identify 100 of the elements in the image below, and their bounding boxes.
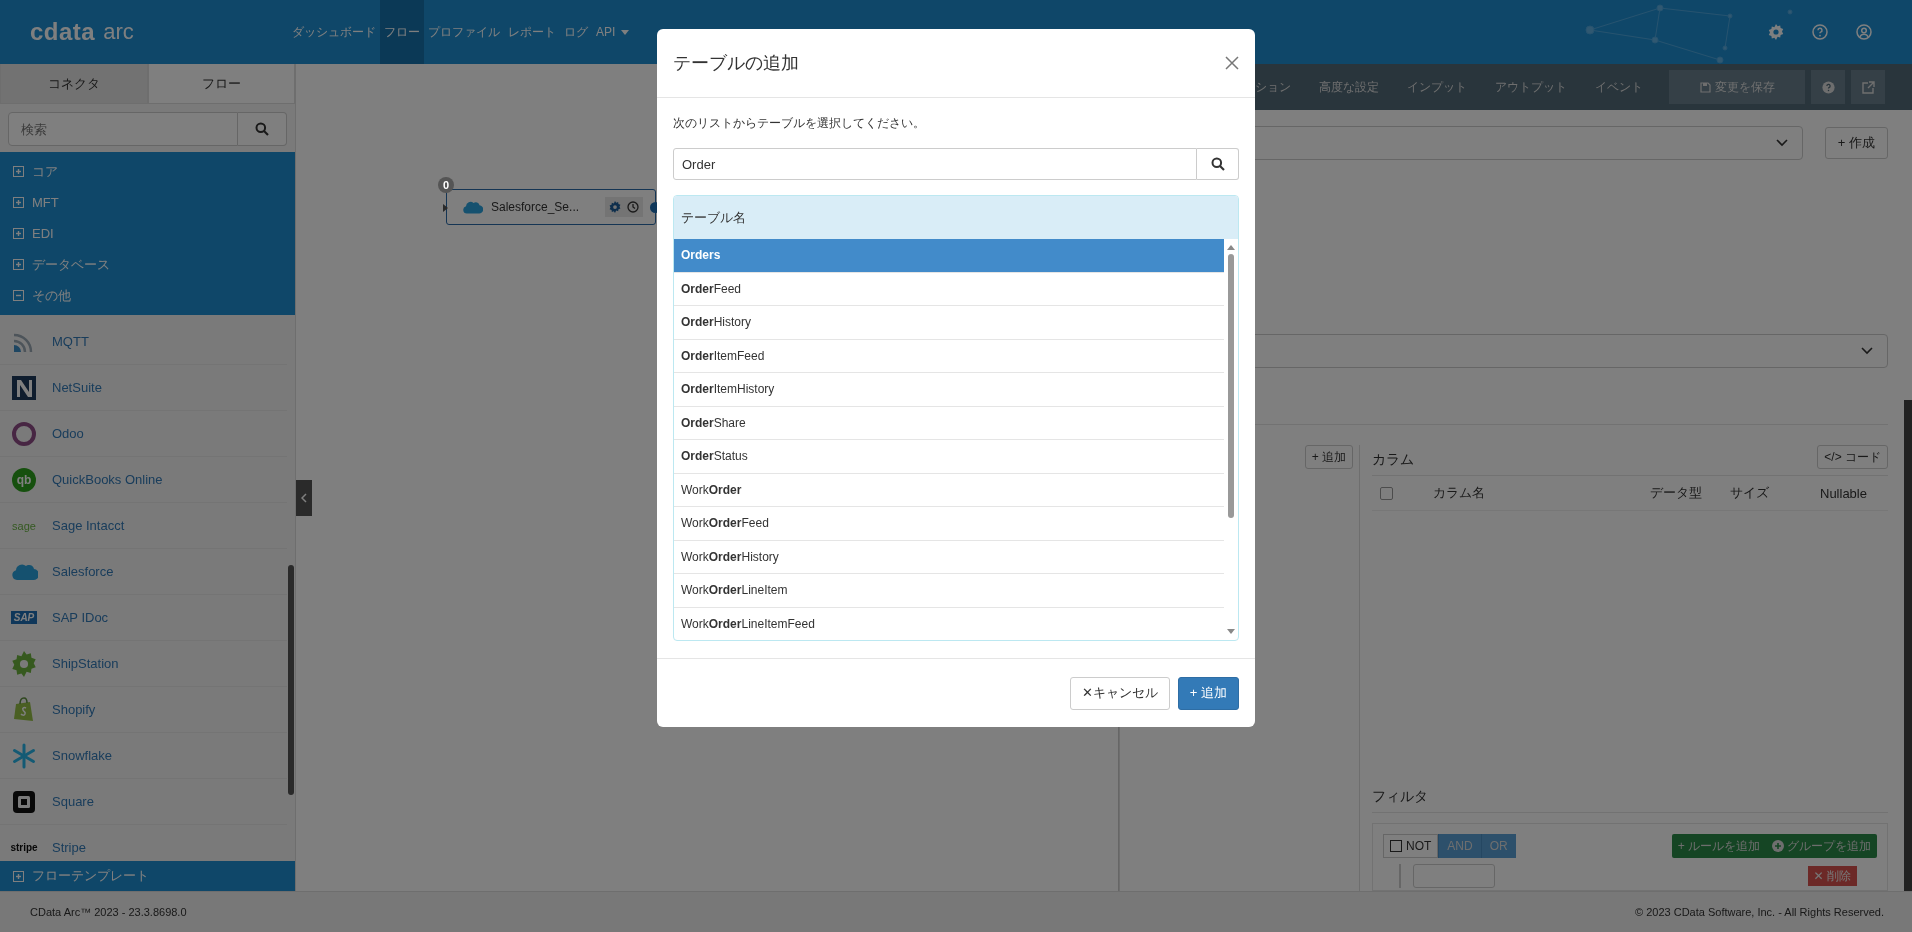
section-title: カラム <box>1372 451 1414 469</box>
connector-logo: SAP <box>10 611 38 624</box>
code-button[interactable]: </> コード <box>1817 445 1888 469</box>
toggle-icon[interactable] <box>13 228 24 239</box>
connector-item[interactable]: Square <box>52 794 94 809</box>
category-item[interactable]: その他 <box>32 286 71 305</box>
scroll-up-icon[interactable] <box>1227 245 1235 250</box>
table-row[interactable]: OrderFeed <box>674 272 1224 306</box>
add-group-button[interactable]: グループを追加 <box>1766 834 1877 858</box>
caret-icon <box>621 29 630 35</box>
search-field[interactable]: Order <box>673 148 1197 180</box>
table-row[interactable]: WorkOrderHistory <box>674 540 1224 574</box>
checkbox[interactable] <box>1380 486 1393 500</box>
connector-item[interactable]: ShipStation <box>52 656 119 671</box>
connector-item[interactable]: MQTT <box>52 334 89 349</box>
column-header: データ型 <box>1650 484 1703 502</box>
collapse-handle[interactable] <box>296 480 312 516</box>
connector-item[interactable]: Stripe <box>52 840 86 855</box>
external-link-button[interactable] <box>1851 70 1885 104</box>
close-icon[interactable] <box>1225 56 1239 70</box>
delete-button[interactable]: ✕ 削除 <box>1807 866 1857 886</box>
rule-field[interactable] <box>1413 864 1495 888</box>
checkbox[interactable] <box>1390 840 1402 852</box>
connector-item[interactable]: Odoo <box>52 426 84 441</box>
table-row[interactable]: WorkOrderFeed <box>674 507 1224 541</box>
connector-item[interactable]: Salesforce <box>52 564 114 579</box>
table-row[interactable]: OrderStatus <box>674 440 1224 474</box>
category-item[interactable]: MFT <box>32 195 59 210</box>
table-row[interactable]: OrderShare <box>674 406 1224 440</box>
nav-tab[interactable]: レポート <box>504 0 560 64</box>
bag-icon <box>12 696 36 723</box>
connector-item[interactable]: Snowflake <box>52 748 112 763</box>
help-icon <box>1821 80 1835 94</box>
connector-logo: qb <box>12 467 36 492</box>
category-item[interactable]: データベース <box>32 255 110 274</box>
scrollbar-thumb[interactable] <box>288 565 294 795</box>
create-button[interactable]: + 作成 <box>1824 127 1888 159</box>
table-row[interactable]: WorkOrder <box>674 473 1224 507</box>
nav-tab[interactable]: ダッシュボード <box>288 0 380 64</box>
toggle-icon[interactable] <box>13 870 24 882</box>
settings-icon[interactable] <box>1768 24 1784 40</box>
toggle-icon[interactable] <box>13 259 24 270</box>
table-row[interactable]: OrderHistory <box>674 306 1224 340</box>
sidebar-tab[interactable]: フロー <box>147 64 295 104</box>
settings-icon[interactable] <box>609 201 621 213</box>
operator-button[interactable]: OR <box>1480 834 1516 858</box>
search-icon[interactable] <box>1210 157 1225 171</box>
nav-tab[interactable]: ログ <box>560 0 592 64</box>
connector-logo: stripe <box>10 842 38 853</box>
ring-icon <box>11 420 37 447</box>
toggle-icon[interactable] <box>13 197 24 208</box>
help-icon[interactable] <box>1812 24 1828 40</box>
cancel-button[interactable]: ✕キャンセル <box>1069 676 1170 710</box>
connector-item[interactable]: Shopify <box>52 702 96 717</box>
operator-button[interactable]: AND <box>1438 834 1481 858</box>
square-icon <box>12 789 36 814</box>
table-row[interactable]: OrderItemFeed <box>674 339 1224 373</box>
category-item[interactable]: EDI <box>32 226 54 241</box>
logo-suffix: arc <box>103 19 134 45</box>
not-toggle[interactable]: NOT <box>1383 834 1439 858</box>
table-row[interactable]: WorkOrderLineItemFeed <box>674 607 1224 640</box>
nav-tab[interactable]: プロファイル <box>424 0 504 64</box>
add-rule-button[interactable]: + ルールを追加 <box>1671 834 1766 858</box>
nav-tab[interactable]: API <box>592 0 634 64</box>
dialog-title: テーブルの追加 <box>673 52 799 75</box>
connector-item[interactable]: QuickBooks Online <box>52 472 163 487</box>
search-field[interactable]: 検索 <box>8 112 238 146</box>
category-item[interactable]: コア <box>32 162 58 181</box>
connector-logo: sage <box>12 519 36 532</box>
chevron-down-icon <box>1775 139 1788 147</box>
gear-icon <box>11 650 37 677</box>
category-item[interactable]: フローテンプレート <box>32 867 149 885</box>
user-icon[interactable] <box>1856 24 1872 40</box>
connector-item[interactable]: NetSuite <box>52 380 102 395</box>
column-header: テーブル名 <box>674 196 1238 239</box>
copyright-text: © 2023 CData Software, Inc. - All Rights Reserved. <box>1635 906 1884 918</box>
nav-tab[interactable]: フロー <box>380 0 424 64</box>
add-button[interactable]: + 追加 <box>1177 676 1239 710</box>
connector-item[interactable]: SAP IDoc <box>52 610 109 625</box>
toggle-icon[interactable] <box>13 166 24 177</box>
table-row[interactable]: WorkOrderLineItem <box>674 574 1224 608</box>
sidebar-tab[interactable]: コネクタ <box>0 64 148 104</box>
connector-item[interactable]: Sage Intacct <box>52 518 125 533</box>
column-header: カラム名 <box>1433 484 1486 502</box>
table-row[interactable]: Orders <box>674 239 1224 273</box>
add-button[interactable]: + 追加 <box>1304 445 1353 469</box>
external-link-icon <box>1861 80 1875 94</box>
help-button[interactable] <box>1811 70 1845 104</box>
scroll-down-icon[interactable] <box>1227 629 1235 634</box>
flow-node[interactable]: Salesforce_Se... <box>446 189 656 225</box>
node-badge: 0 <box>438 177 454 193</box>
scrollbar-thumb[interactable] <box>1904 400 1912 891</box>
clock-icon[interactable] <box>627 201 639 213</box>
node-label: Salesforce_Se... <box>491 200 580 214</box>
port-arrow-icon <box>443 204 448 212</box>
chevron-down-icon <box>1861 347 1873 355</box>
section-title: フィルタ <box>1372 788 1428 806</box>
toggle-icon[interactable] <box>13 290 24 301</box>
instruction-text: 次のリストからテーブルを選択してください。 <box>673 115 926 132</box>
table-row[interactable]: OrderItemHistory <box>674 373 1224 407</box>
